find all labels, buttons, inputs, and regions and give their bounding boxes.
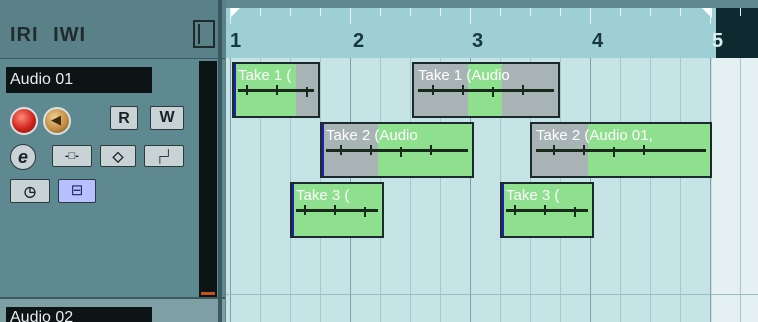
bar-number-4: 4 xyxy=(592,30,604,52)
grid-line xyxy=(620,58,621,322)
ruler-tick xyxy=(650,8,651,16)
grid-line xyxy=(710,58,711,322)
audio-event-take3-a[interactable]: Take 3 ( xyxy=(290,182,384,238)
global-read-write: IRI IWI xyxy=(10,24,94,47)
ruler-bar[interactable] xyxy=(226,8,758,58)
ruler-tick xyxy=(290,8,291,16)
track-audio-01[interactable]: Audio 01 R W e -□- ◇ ┌┘ ◷ ⊟ xyxy=(0,59,225,297)
grid-line xyxy=(410,58,411,322)
insert-bypass-icon[interactable]: -□- xyxy=(52,145,92,167)
track-separator xyxy=(226,294,758,295)
record-enable-button[interactable] xyxy=(10,107,38,135)
audio-event-take1-a[interactable]: Take 1 ( xyxy=(232,62,320,118)
track-name-field[interactable]: Audio 02 xyxy=(6,307,152,322)
bar-number-1: 1 xyxy=(230,30,242,52)
monitor-button[interactable] xyxy=(43,107,71,135)
ruler-tick xyxy=(230,8,231,24)
panel-divider[interactable] xyxy=(218,0,222,322)
grid-line xyxy=(740,58,741,322)
audio-event-take2-b[interactable]: Take 2 (Audio 01, xyxy=(530,122,712,178)
ruler-tick xyxy=(500,8,501,16)
event-display[interactable]: Take 1 ( Take 1 (Audio Take 2 (Audio Tak… xyxy=(226,58,758,322)
audio-event-take3-b[interactable]: Take 3 ( xyxy=(500,182,594,238)
ruler-tick xyxy=(680,8,681,16)
ruler-tick xyxy=(530,8,531,16)
eq-bypass-icon[interactable]: ◇ xyxy=(100,145,136,167)
project-window: IRI IWI Audio 01 R W e -□- ◇ ┌┘ ◷ ⊟ Audi… xyxy=(0,0,758,322)
ruler-tick xyxy=(260,8,261,16)
ruler-tick xyxy=(560,8,561,16)
timeline-ruler[interactable]: 1 2 3 4 5 xyxy=(226,0,758,58)
track-list-header: IRI IWI xyxy=(0,0,225,59)
bar-number-5: 5 xyxy=(712,30,724,52)
write-automation-button[interactable]: W xyxy=(150,106,184,130)
grid-line xyxy=(650,58,651,322)
track-list-panel: IRI IWI Audio 01 R W e -□- ◇ ┌┘ ◷ ⊟ Audi… xyxy=(0,0,225,322)
edit-channel-button[interactable]: e xyxy=(10,144,36,170)
send-bypass-icon[interactable]: ┌┘ xyxy=(144,145,184,167)
ruler-tick xyxy=(470,8,471,24)
track-name-field[interactable]: Audio 01 xyxy=(6,67,152,93)
bar-number-3: 3 xyxy=(472,30,484,52)
ruler-tick xyxy=(590,8,591,24)
ruler-tick xyxy=(440,8,441,16)
lane-display-icon[interactable]: ⊟ xyxy=(58,179,96,203)
audio-event-take2-a[interactable]: Take 2 (Audio xyxy=(320,122,474,178)
left-locator-marker[interactable] xyxy=(230,8,240,18)
read-automation-button[interactable]: R xyxy=(110,106,138,130)
ruler-tick xyxy=(710,8,711,24)
global-read-all-button[interactable]: IRI xyxy=(10,24,39,46)
grid-line xyxy=(680,58,681,322)
audio-event-take1-b[interactable]: Take 1 (Audio xyxy=(412,62,560,118)
area-after-right-locator xyxy=(712,58,758,322)
ruler-tick xyxy=(380,8,381,16)
track-level-meter xyxy=(199,61,217,297)
timebase-clock-icon[interactable]: ◷ xyxy=(10,179,50,203)
grid-line xyxy=(230,58,231,322)
ruler-tick xyxy=(350,8,351,24)
bar-number-2: 2 xyxy=(353,30,365,52)
ruler-tick xyxy=(620,8,621,16)
ruler-tick xyxy=(740,8,741,16)
global-write-all-button[interactable]: IWI xyxy=(53,24,86,46)
divider-toggle-icon[interactable] xyxy=(193,20,215,48)
ruler-tick xyxy=(320,8,321,16)
track-audio-02[interactable]: Audio 02 xyxy=(0,297,225,322)
ruler-tick xyxy=(410,8,411,16)
